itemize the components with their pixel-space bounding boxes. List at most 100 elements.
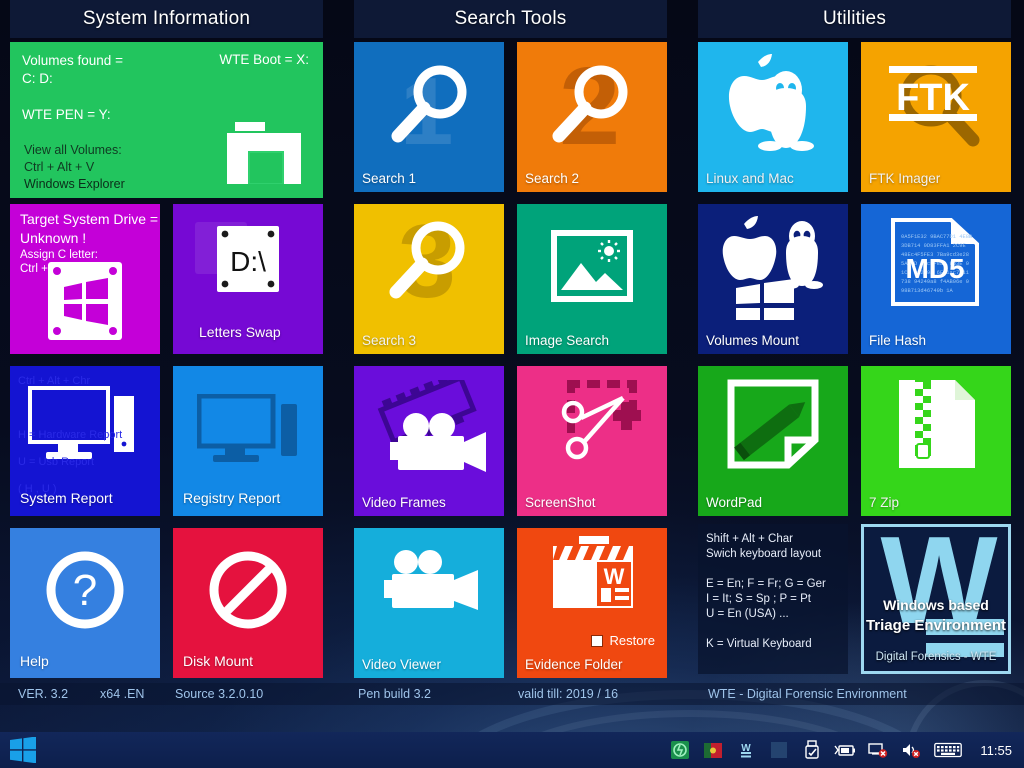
tile-label-video-frames: Video Frames xyxy=(362,495,446,510)
tile-label-linux-and-mac: Linux and Mac xyxy=(706,171,794,186)
tile-label-file-hash: File Hash xyxy=(869,333,927,348)
tile-search-1[interactable]: 1 Search 1 xyxy=(354,42,504,192)
status-pen-build: Pen build 3.2 xyxy=(358,687,431,701)
view-all-volumes-hint: View all Volumes: Ctrl + Alt + V Windows… xyxy=(24,142,125,193)
taskbar-clock[interactable]: 11:55 xyxy=(980,743,1012,758)
scissors-crop-icon xyxy=(551,376,647,472)
wte-logo-line-3: Digital Forensics - WTE xyxy=(875,651,997,663)
tile-label-letters-swap: Letters Swap xyxy=(199,324,281,340)
tile-label-disk-mount: Disk Mount xyxy=(183,653,254,669)
tile-screenshot[interactable]: ScreenShot xyxy=(517,366,667,516)
svg-text:3DB714 0D83FFA1 2C9E: 3DB714 0D83FFA1 2C9E xyxy=(901,243,966,249)
film-camera-icon xyxy=(372,380,490,480)
windows-drive-icon xyxy=(48,262,122,340)
magnifier-1-icon xyxy=(384,62,476,154)
tile-label-ftk-imager: FTK Imager xyxy=(869,171,941,186)
svg-text:FTK: FTK xyxy=(896,77,970,119)
folder-icon xyxy=(227,122,301,184)
column-title-search-tools: Search Tools xyxy=(354,0,667,38)
svg-text:D:\: D:\ xyxy=(230,246,266,277)
start-button[interactable] xyxy=(0,732,46,768)
system-tray: W 11:55 xyxy=(669,732,1020,768)
column-system-information: System Information Volumes found = C: D:… xyxy=(10,0,323,682)
on-screen-keyboard-icon[interactable] xyxy=(933,739,963,761)
ftk-icon: FTK xyxy=(881,52,991,156)
tile-target-system-drive[interactable]: Target System Drive = Unknown ! Assign C… xyxy=(10,204,160,354)
picture-icon xyxy=(517,204,667,328)
tile-wordpad[interactable]: WordPad xyxy=(698,366,848,516)
tile-seven-zip[interactable]: 7 Zip xyxy=(861,366,1011,516)
notepad-pencil-icon xyxy=(726,378,820,470)
tile-video-frames[interactable]: Video Frames xyxy=(354,366,504,516)
apple-penguin-windows-icon xyxy=(722,216,830,320)
svg-text:MD5: MD5 xyxy=(905,253,964,284)
svg-text:?: ? xyxy=(73,566,97,615)
tile-label-search-3: Search 3 xyxy=(362,333,417,348)
dark-square-icon[interactable] xyxy=(768,739,790,761)
tile-search-2[interactable]: 2 Search 2 xyxy=(517,42,667,192)
wte-logo-line-2: Triage Environment xyxy=(865,617,1007,634)
tile-system-report[interactable]: Ctrl + Alt + Chr H = Hardware Report U =… xyxy=(10,366,160,516)
tile-label-search-2: Search 2 xyxy=(525,171,580,186)
restore-checkbox-row[interactable]: Restore xyxy=(591,633,655,648)
column-title-utilities: Utilities xyxy=(698,0,1011,38)
tile-evidence-folder[interactable]: W Restore Evidence Folder xyxy=(517,528,667,678)
status-product: WTE - Digital Forensic Environment xyxy=(708,687,907,701)
tile-label-image-search: Image Search xyxy=(525,333,610,348)
tile-label-evidence-folder: Evidence Folder xyxy=(525,657,623,672)
column-search-tools: Search Tools 1 Search 1 2 xyxy=(354,0,667,682)
status-source: Source 3.2.0.10 xyxy=(175,687,264,701)
volume-muted-icon[interactable] xyxy=(900,739,922,761)
video-camera-icon xyxy=(382,548,482,624)
tile-label-screenshot: ScreenShot xyxy=(525,495,596,510)
md5-document-icon: 0A5F1E32 9BAC77D1 4E8B 3DB714 0D83FFA1 2… xyxy=(889,216,983,308)
restore-checkbox[interactable] xyxy=(591,634,604,647)
desktop: System Information Volumes found = C: D:… xyxy=(0,0,1024,768)
column-title-system-information: System Information xyxy=(10,0,323,38)
view-all-volumes-line2: Ctrl + Alt + V xyxy=(24,160,95,174)
system-report-overlay-hint: Ctrl + Alt + Chr H = Hardware Report U =… xyxy=(18,375,123,495)
magnifier-2-icon xyxy=(545,62,637,154)
tile-label-wordpad: WordPad xyxy=(706,495,763,510)
tile-video-viewer[interactable]: Video Viewer xyxy=(354,528,504,678)
tile-disk-mount[interactable]: Disk Mount xyxy=(173,528,323,678)
zip-file-icon xyxy=(897,378,977,470)
wte-logo-icon[interactable]: W xyxy=(735,739,757,761)
usb-drive-icon[interactable] xyxy=(801,739,823,761)
target-drive-status: Target System Drive = Unknown ! xyxy=(20,211,159,246)
tile-volumes-info[interactable]: Volumes found = C: D: WTE PEN = Y: WTE B… xyxy=(10,42,323,198)
wte-boot-text: WTE Boot = X: xyxy=(219,52,309,67)
network-error-icon[interactable] xyxy=(867,739,889,761)
keyboard-layout-hint: Shift + Alt + Char Swich keyboard layout… xyxy=(698,524,848,674)
tile-image-search[interactable]: Image Search xyxy=(517,204,667,354)
battery-icon[interactable] xyxy=(834,739,856,761)
tile-label-search-1: Search 1 xyxy=(362,171,417,186)
tile-linux-and-mac[interactable]: Linux and Mac xyxy=(698,42,848,192)
status-valid-till: valid till: 2019 / 16 xyxy=(518,687,619,701)
status-arch: x64 .EN xyxy=(100,687,145,701)
tile-label-registry-report: Registry Report xyxy=(183,490,281,506)
status-bar: VER. 3.2 x64 .EN Source 3.2.0.10 Pen bui… xyxy=(0,683,1024,705)
tile-volumes-mount[interactable]: Volumes Mount xyxy=(698,204,848,354)
tile-label-seven-zip: 7 Zip xyxy=(869,495,900,510)
apple-penguin-icon xyxy=(720,50,830,154)
tile-ftk-imager[interactable]: FTK FTK Imager xyxy=(861,42,1011,192)
red-flag-icon[interactable] xyxy=(702,739,724,761)
tile-help[interactable]: ? Help xyxy=(10,528,160,678)
tile-label-system-report: System Report xyxy=(20,490,113,506)
shield-green-icon[interactable] xyxy=(669,739,691,761)
volumes-found-text: Volumes found = C: D: WTE PEN = Y: xyxy=(22,53,123,122)
drive-letter-icon: D:\ xyxy=(217,226,279,292)
tile-label-video-viewer: Video Viewer xyxy=(362,657,442,672)
magnifier-3-icon xyxy=(382,218,474,310)
tile-label-help: Help xyxy=(20,653,49,669)
svg-text:0A5F1E32 9BAC77D1 4E8B: 0A5F1E32 9BAC77D1 4E8B xyxy=(901,234,973,240)
tile-registry-report[interactable]: Registry Report xyxy=(173,366,323,516)
tile-search-3[interactable]: 3 Search 3 xyxy=(354,204,504,354)
tile-letters-swap[interactable]: D:\ Letters Swap xyxy=(173,204,323,354)
view-all-volumes-line3: Windows Explorer xyxy=(24,177,125,191)
no-entry-icon xyxy=(173,528,323,652)
tile-file-hash[interactable]: 0A5F1E32 9BAC77D1 4E8B 3DB714 0D83FFA1 2… xyxy=(861,204,1011,354)
desktop-computer-icon xyxy=(197,394,301,474)
wte-logo-panel: W Windows based Triage Environment Digit… xyxy=(861,524,1011,674)
